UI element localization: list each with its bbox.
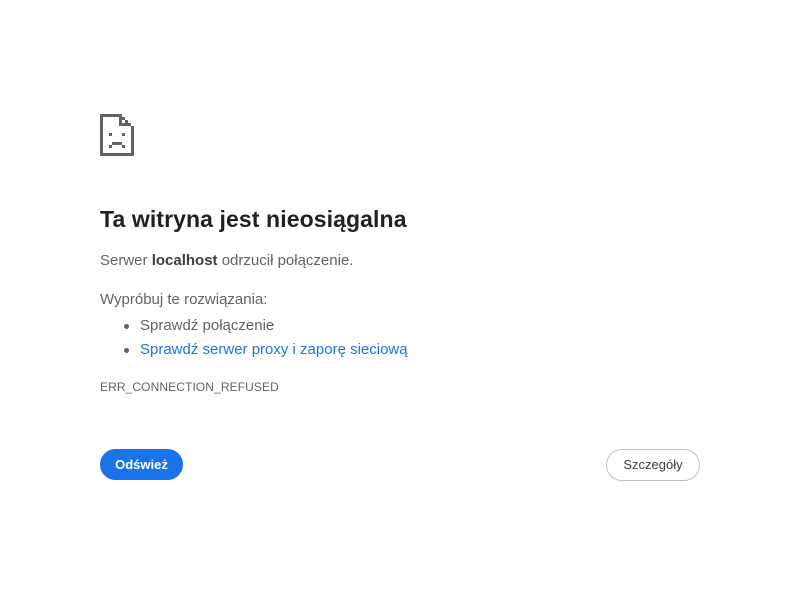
error-description: Serwer localhost odrzucił połączenie. bbox=[100, 251, 700, 271]
suggestions-list: Sprawdź połączenie Sprawdź serwer proxy … bbox=[100, 314, 700, 362]
error-code: ERR_CONNECTION_REFUSED bbox=[100, 380, 279, 394]
sad-document-icon bbox=[100, 114, 134, 156]
suggestion-item: Sprawdź serwer proxy i zaporę sieciową bbox=[100, 338, 700, 362]
error-page: Ta witryna jest nieosiągalna Serwer loca… bbox=[100, 114, 700, 395]
suggestions-heading: Wypróbuj te rozwiązania: bbox=[100, 291, 268, 308]
error-description-suffix: odrzucił połączenie. bbox=[217, 252, 354, 269]
suggestion-check-connection: Sprawdź połączenie bbox=[140, 317, 275, 334]
suggestion-item: Sprawdź połączenie bbox=[100, 314, 700, 338]
details-button[interactable]: Szczegóły bbox=[606, 449, 700, 481]
reload-button[interactable]: Odśwież bbox=[100, 449, 183, 480]
bullet-icon bbox=[124, 348, 129, 353]
suggestion-check-proxy-link[interactable]: Sprawdź serwer proxy i zaporę sieciową bbox=[140, 341, 408, 358]
page-title: Ta witryna jest nieosiągalna bbox=[100, 206, 407, 232]
host-name: localhost bbox=[151, 252, 218, 269]
error-description-prefix: Serwer bbox=[100, 252, 152, 269]
bullet-icon bbox=[124, 324, 129, 329]
